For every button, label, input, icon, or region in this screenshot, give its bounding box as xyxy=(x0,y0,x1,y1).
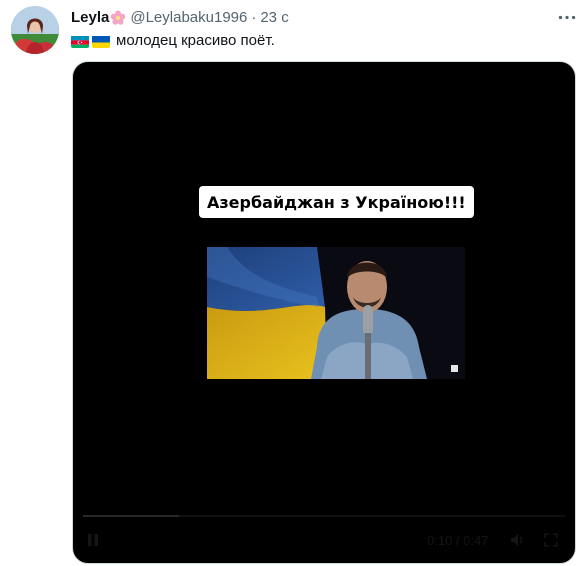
ukraine-flag-icon xyxy=(92,35,110,48)
tweet-body: молодец красиво поёт. xyxy=(71,31,275,51)
avatar[interactable] xyxy=(11,6,59,54)
timestamp[interactable]: 23 с xyxy=(260,8,288,28)
more-options-icon[interactable] xyxy=(556,8,578,26)
tweet-text: молодец красиво поёт. xyxy=(116,32,275,49)
volume-icon[interactable] xyxy=(509,532,525,548)
cherry-blossom-icon xyxy=(110,10,126,26)
user-handle[interactable]: @Leylabaku1996 xyxy=(130,8,247,28)
video-caption: Азербайджан з Україною!!! xyxy=(199,186,474,218)
display-name[interactable]: Leyla xyxy=(71,8,109,28)
video-player[interactable]: Азербайджан з Україною!!! 0:10 / 0:47 xyxy=(72,61,576,564)
video-controls: 0:10 / 0:47 xyxy=(73,505,575,563)
azerbaijan-flag-icon xyxy=(71,35,89,48)
tweet-header: Leyla @Leylabaku1996 · 23 с xyxy=(71,8,289,28)
separator-dot: · xyxy=(251,9,257,26)
tweet[interactable]: Leyla @Leylabaku1996 · 23 с молодец крас… xyxy=(0,0,586,566)
progress-bar[interactable] xyxy=(83,515,565,517)
play-icon[interactable] xyxy=(85,532,101,548)
progress-fill xyxy=(83,515,180,517)
video-frame[interactable] xyxy=(207,247,465,379)
time-readout: 0:10 / 0:47 xyxy=(427,533,489,548)
fullscreen-icon[interactable] xyxy=(543,532,559,548)
